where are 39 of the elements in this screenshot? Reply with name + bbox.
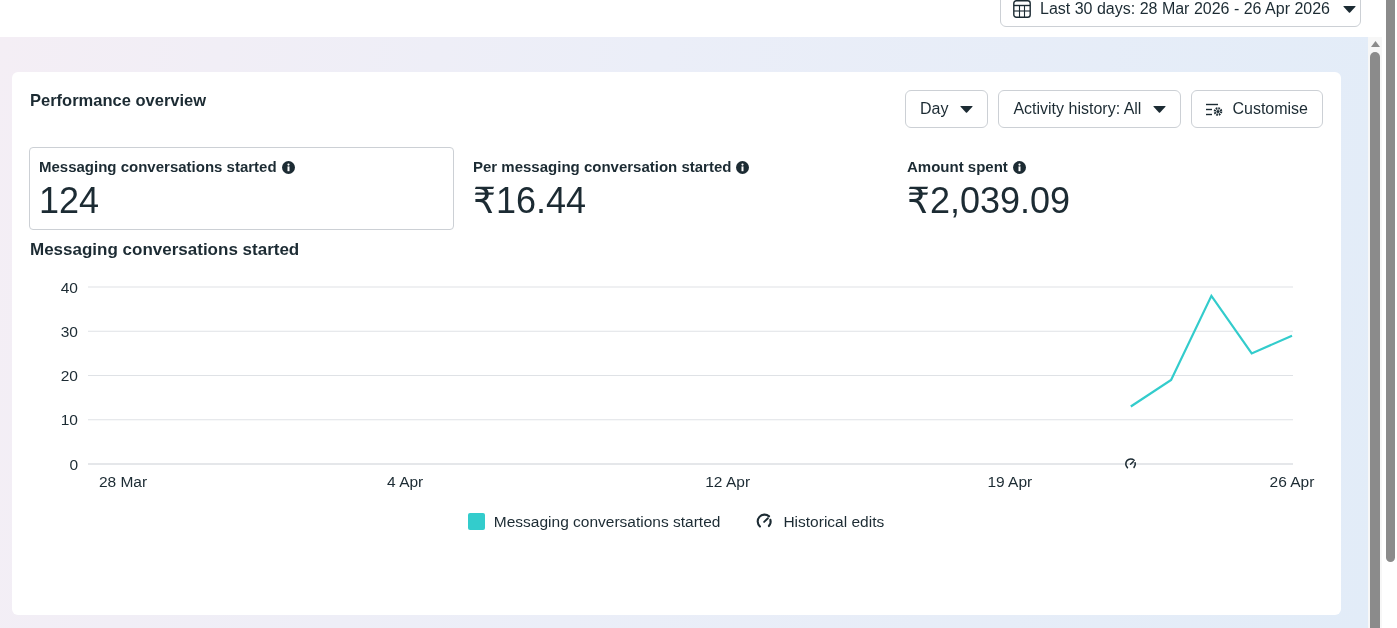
metric-card[interactable]: Amount spent ₹2,039.09 <box>897 147 1322 230</box>
y-tick-label: 10 <box>60 411 78 429</box>
card-title: Performance overview <box>29 90 207 110</box>
dropdown-button[interactable]: Day <box>904 90 989 128</box>
y-tick-label: 30 <box>60 322 78 340</box>
y-tick-label: 20 <box>60 367 78 384</box>
scrollbar-thumb[interactable] <box>1386 0 1395 562</box>
x-tick-label: 28 Mar <box>98 472 148 490</box>
caret-icon <box>960 105 974 113</box>
legend-label: Historical edits <box>783 512 885 531</box>
metric-value: 124 <box>39 180 101 222</box>
calendar-icon <box>1013 0 1032 18</box>
date-range-dropdown[interactable]: Last 30 days: 28 Mar 2026 - 26 Apr 2026 <box>1000 0 1361 27</box>
x-tick-label: 12 Apr <box>705 472 751 490</box>
metric-label: Amount spent <box>907 158 1008 176</box>
gauge-marker-icon[interactable] <box>1125 458 1137 469</box>
settings-icon <box>1206 102 1224 116</box>
legend-label: Messaging conversations started <box>493 512 721 531</box>
info-icon <box>1012 160 1026 174</box>
metric-label: Per messaging conversation started <box>473 158 732 176</box>
y-tick-label: 0 <box>69 455 78 473</box>
y-tick-label: 40 <box>60 278 78 296</box>
customise-button[interactable]: Customise <box>1191 90 1323 128</box>
caret-icon <box>1343 5 1356 13</box>
metric-label: Messaging conversations started <box>39 158 277 176</box>
scroll-up-icon[interactable] <box>1370 41 1380 47</box>
metric-value: ₹16.44 <box>473 180 587 222</box>
dropdown-button[interactable]: Activity history: All <box>998 90 1182 128</box>
chart-title: Messaging conversations started <box>30 239 301 260</box>
metric-card[interactable]: Per messaging conversation started ₹16.44 <box>463 147 888 230</box>
info-icon <box>281 160 295 174</box>
x-tick-label: 4 Apr <box>387 472 424 490</box>
caret-icon <box>1153 105 1167 113</box>
metric-card[interactable]: Messaging conversations started 124 <box>29 147 454 230</box>
x-tick-label: 19 Apr <box>987 472 1033 490</box>
info-icon <box>736 160 750 174</box>
metric-value: ₹2,039.09 <box>907 180 1072 222</box>
x-tick-label: 26 Apr <box>1269 472 1315 490</box>
scrollbar-thumb[interactable] <box>1370 52 1380 628</box>
